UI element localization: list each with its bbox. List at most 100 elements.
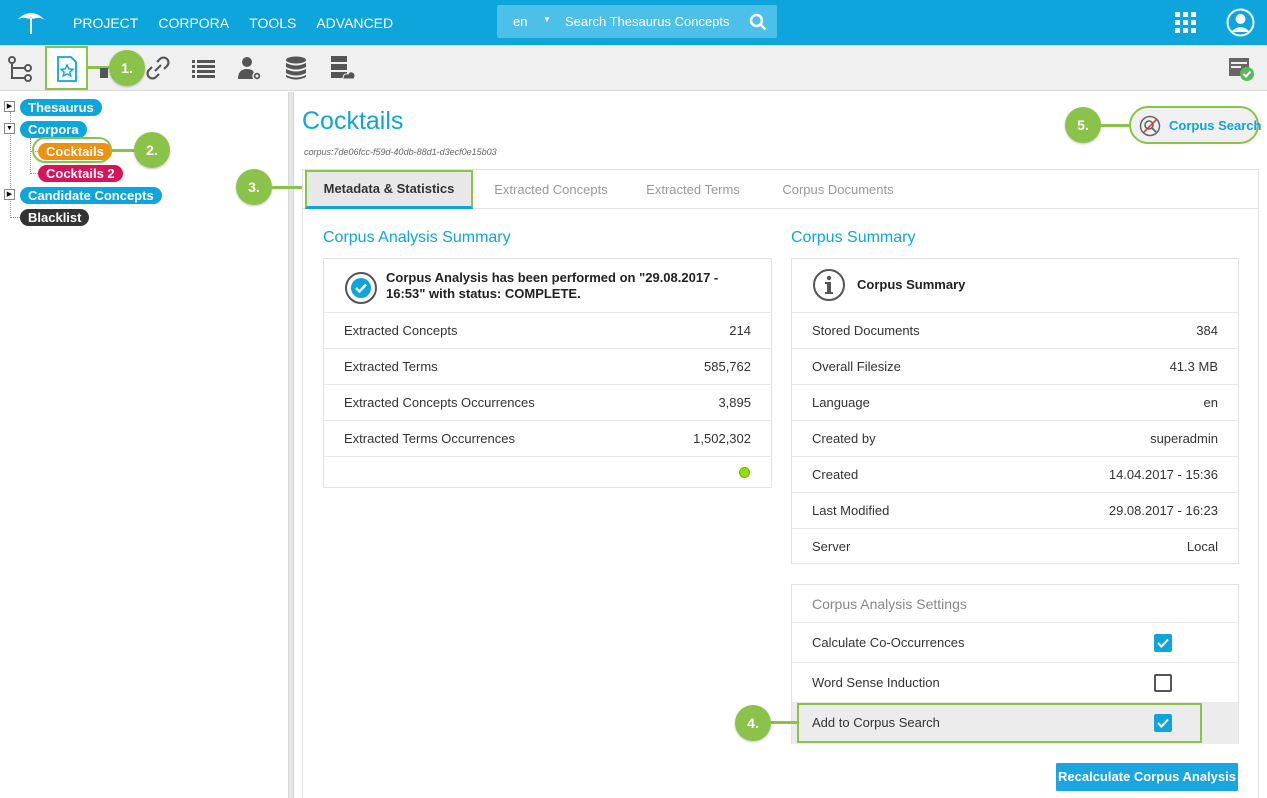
corpus-summary-title: Corpus Summary: [791, 229, 916, 246]
logo-umbrella-icon[interactable]: [14, 8, 48, 36]
analysis-status-message: Corpus Analysis has been performed on "2…: [386, 270, 719, 301]
settings-title: Corpus Analysis Settings: [812, 596, 967, 612]
table-row: Language en: [792, 384, 1238, 420]
row-value: en: [1203, 395, 1218, 410]
tab-corpus-documents[interactable]: Corpus Documents: [763, 170, 913, 209]
tree-guide: [10, 217, 20, 218]
nav-advanced[interactable]: ADVANCED: [316, 15, 393, 31]
row-label: Last Modified: [812, 503, 890, 518]
callout-connector: [270, 186, 306, 189]
callout-3: 3.: [236, 169, 272, 205]
link-icon[interactable]: [144, 54, 172, 82]
setting-label: Calculate Co-Occurrences: [812, 635, 965, 650]
row-value: 3,895: [718, 395, 751, 410]
corpus-search-button[interactable]: Corpus Search: [1129, 106, 1262, 144]
apps-grid-icon[interactable]: [1175, 12, 1196, 33]
corpus-id: corpus:7de06fcc-f59d-40db-88d1-d3ecf0e15…: [304, 147, 497, 157]
row-value: 29.08.2017 - 16:23: [1108, 503, 1218, 518]
tab-bar: Metadata & Statistics Extracted Concepts…: [302, 169, 1259, 209]
row-value: 41.3 MB: [1169, 359, 1218, 374]
nav-corpora[interactable]: CORPORA: [158, 15, 229, 31]
tree-item-corpora[interactable]: Corpora: [20, 121, 87, 138]
status-ok-icon[interactable]: [1228, 56, 1256, 84]
corpus-search-icon: [1139, 115, 1161, 137]
database-icon[interactable]: [282, 54, 310, 82]
tab-extracted-concepts[interactable]: Extracted Concepts: [481, 170, 621, 209]
table-row: Extracted Terms Occurrences 1,502,302: [324, 420, 771, 456]
expand-candidate-toggle[interactable]: ▶: [4, 189, 15, 200]
tree-item-cocktails[interactable]: Cocktails: [38, 143, 112, 160]
check-circle-icon: [345, 272, 377, 304]
star-document-icon: [57, 56, 77, 82]
tab-metadata-statistics[interactable]: Metadata & Statistics: [305, 170, 473, 209]
language-select[interactable]: en: [513, 14, 527, 29]
callout-4: 4.: [735, 705, 771, 741]
tree-item-cocktails-2[interactable]: Cocktails 2: [38, 165, 123, 182]
corpus-management-tab[interactable]: [45, 46, 88, 90]
tree-guide: [30, 138, 31, 174]
thesaurus-search: en ▼ Search Thesaurus Concepts: [497, 5, 777, 38]
status-ok-indicator: [739, 467, 750, 478]
row-label: Extracted Concepts: [344, 323, 458, 338]
recalculate-button[interactable]: Recalculate Corpus Analysis: [1056, 763, 1238, 791]
hierarchy-icon[interactable]: [6, 54, 34, 82]
table-row: Last Modified 29.08.2017 - 16:23: [792, 492, 1238, 528]
main-content: Cocktails corpus:7de06fcc-f59d-40db-88d1…: [236, 92, 1267, 798]
row-value: Local: [1186, 539, 1218, 554]
user-settings-icon[interactable]: [236, 54, 264, 82]
module-toolbar: 1.: [0, 45, 1267, 91]
co-occurrences-checkbox[interactable]: [1154, 634, 1172, 652]
callout-1: 1.: [109, 50, 145, 86]
row-label: Stored Documents: [812, 323, 920, 338]
word-sense-checkbox[interactable]: [1154, 674, 1172, 692]
nav-tools[interactable]: TOOLS: [249, 15, 296, 31]
callout-5: 5.: [1065, 107, 1101, 143]
setting-row: Calculate Co-Occurrences: [792, 622, 1238, 662]
corpus-summary-box: Corpus Summary Stored Documents 384 Overa…: [791, 258, 1239, 564]
table-row: Stored Documents 384: [792, 312, 1238, 348]
table-row: Server Local: [792, 528, 1238, 564]
row-label: Extracted Terms: [344, 359, 438, 374]
row-label: Language: [812, 395, 870, 410]
expand-thesaurus-toggle[interactable]: ▶: [4, 101, 15, 112]
row-value: 585,762: [704, 359, 751, 374]
table-row: Extracted Terms 585,762: [324, 348, 771, 384]
tab-content: Corpus Analysis Summary Corpus Analysis …: [302, 208, 1259, 798]
info-icon: [813, 269, 845, 301]
corpus-search-label: Corpus Search: [1169, 118, 1262, 133]
row-label: Extracted Terms Occurrences: [344, 431, 515, 446]
row-value: 384: [1196, 323, 1218, 338]
setting-row: Word Sense Induction: [792, 662, 1238, 702]
collapse-corpora-toggle[interactable]: ▼: [4, 123, 15, 134]
analysis-summary-box: Corpus Analysis has been performed on "2…: [323, 258, 772, 488]
user-avatar-icon[interactable]: [1226, 8, 1255, 37]
table-row: Extracted Concepts 214: [324, 312, 771, 348]
row-value: 214: [729, 323, 751, 338]
status-row: [324, 456, 771, 488]
row-label: Overall Filesize: [812, 359, 901, 374]
row-value: superadmin: [1150, 431, 1218, 446]
tree-item-thesaurus[interactable]: Thesaurus: [20, 99, 102, 116]
search-input[interactable]: Search Thesaurus Concepts: [565, 14, 730, 29]
caret-down-icon[interactable]: ▼: [543, 15, 551, 24]
tab-extracted-terms[interactable]: Extracted Terms: [633, 170, 753, 209]
list-icon[interactable]: [190, 54, 218, 82]
row-value: 14.04.2017 - 15:36: [1108, 467, 1218, 482]
row-value: 1,502,302: [693, 431, 751, 446]
nav-project[interactable]: PROJECT: [73, 15, 138, 31]
main-nav: PROJECT CORPORA TOOLS ADVANCED: [73, 0, 393, 45]
callout-connector: [769, 721, 799, 724]
page-title: Cocktails: [302, 107, 404, 135]
tree-item-blacklist[interactable]: Blacklist: [20, 209, 90, 226]
analysis-summary-title: Corpus Analysis Summary: [323, 229, 511, 246]
search-icon[interactable]: [749, 13, 767, 31]
top-bar: PROJECT CORPORA TOOLS ADVANCED en ▼ Sear…: [0, 0, 1267, 45]
table-row: Overall Filesize 41.3 MB: [792, 348, 1238, 384]
setting-label: Word Sense Induction: [812, 675, 940, 690]
server-cloud-icon[interactable]: [328, 54, 356, 82]
table-row: Created by superadmin: [792, 420, 1238, 456]
row-label: Extracted Concepts Occurrences: [344, 395, 535, 410]
tree-item-candidate-concepts[interactable]: Candidate Concepts: [20, 187, 162, 204]
callout-2: 2.: [134, 132, 170, 168]
callout-connector: [1099, 124, 1131, 127]
